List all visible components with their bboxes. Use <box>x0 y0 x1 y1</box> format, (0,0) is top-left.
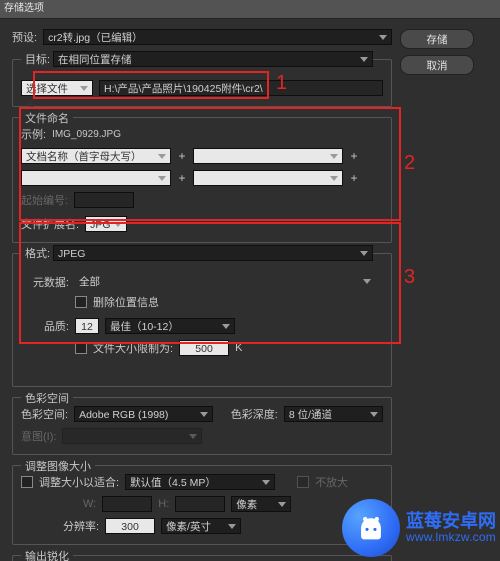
quality-preset-select[interactable]: 最佳（10-12） <box>105 318 235 334</box>
meta-select[interactable]: 全部 <box>75 274 375 290</box>
plus-icon: + <box>349 171 359 185</box>
quality-label: 品质: <box>21 318 69 334</box>
naming-part2-select[interactable] <box>193 148 343 164</box>
meta-label: 元数据: <box>21 274 69 290</box>
colordepth-label: 色彩深度: <box>231 406 278 422</box>
limit-size-label: 文件大小限制为: <box>93 340 173 356</box>
limit-size-unit: K <box>235 342 242 354</box>
target-fieldset: 目标: 在相同位置存储 选择文件夹 ... H:\产品\产品照片\190425附… <box>12 59 392 107</box>
sharpen-fieldset: 输出锐化 锐化: 滤色 数量: 标准 <box>12 555 392 561</box>
save-options-dialog: 存储选项 预设: cr2转.jpg（已编辑） 目标: 在相同位置存储 <box>0 0 500 561</box>
remove-location-checkbox[interactable] <box>75 296 87 308</box>
target-mode-select[interactable]: 在相同位置存储 <box>53 51 373 67</box>
colorspace-fieldset: 色彩空间 色彩空间: Adobe RGB (1998) 色彩深度: 8 位/通道… <box>12 397 392 455</box>
colorspace-select[interactable]: Adobe RGB (1998) <box>74 406 213 422</box>
resize-w-input <box>102 496 152 512</box>
quality-number-input[interactable]: 12 <box>75 318 99 334</box>
cancel-button[interactable]: 取消 <box>400 55 474 75</box>
preset-select[interactable]: cr2转.jpg（已编辑） <box>43 29 392 45</box>
format-legend: 格式: <box>25 245 50 261</box>
resize-h-input <box>175 496 225 512</box>
start-num-label: 起始编号: <box>21 192 68 208</box>
colorspace-label: 色彩空间: <box>21 406 68 422</box>
limit-size-checkbox[interactable] <box>75 342 87 354</box>
resize-fit-select[interactable]: 默认值（4.5 MP） <box>125 474 275 490</box>
format-select[interactable]: JPEG <box>53 245 373 261</box>
limit-size-input[interactable]: 500 <box>179 340 229 356</box>
format-fieldset: 格式: JPEG 元数据: 全部 删除位置信息 品质: <box>12 253 392 387</box>
example-label: 示例: <box>21 126 46 142</box>
save-button[interactable]: 存储 <box>400 29 474 49</box>
resolution-label: 分辨率: <box>63 518 99 534</box>
example-value: IMG_0929.JPG <box>52 129 121 140</box>
resize-fieldset: 调整图像大小 调整大小以适合: 默认值（4.5 MP） 不放大 W: H: <box>12 465 392 545</box>
choose-folder-button[interactable]: 选择文件夹 ... <box>21 80 93 96</box>
no-enlarge-checkbox <box>297 476 309 488</box>
resize-fit-checkbox[interactable] <box>21 476 33 488</box>
intent-select <box>62 428 202 444</box>
resolution-unit-select[interactable]: 像素/英寸 <box>161 518 241 534</box>
naming-fieldset: 文件命名 示例: IMG_0929.JPG 文档名称（首字母大写） + + + <box>12 117 392 243</box>
plus-icon: + <box>177 171 187 185</box>
resize-h-label: H: <box>158 498 169 510</box>
target-path-input[interactable]: H:\产品\产品照片\190425附件\cr2\ <box>99 80 383 96</box>
ext-select[interactable]: JPG <box>85 216 127 232</box>
colorspace-legend: 色彩空间 <box>21 390 73 406</box>
resize-legend: 调整图像大小 <box>21 458 95 474</box>
resize-fit-label: 调整大小以适合: <box>39 474 119 490</box>
start-num-input[interactable] <box>74 192 134 208</box>
resize-w-label: W: <box>83 498 96 510</box>
naming-part1-select[interactable]: 文档名称（首字母大写） <box>21 148 171 164</box>
no-enlarge-label: 不放大 <box>315 474 348 490</box>
window-title: 存储选项 <box>0 0 500 19</box>
resolution-input[interactable]: 300 <box>105 518 155 534</box>
intent-label: 意图(I): <box>21 428 56 444</box>
preset-label: 预设: <box>12 29 37 45</box>
ext-label: 文件扩展名: <box>21 216 79 232</box>
remove-location-label: 删除位置信息 <box>93 294 159 310</box>
plus-icon: + <box>349 149 359 163</box>
target-legend: 目标: <box>25 51 50 67</box>
resize-unit-select[interactable]: 像素 <box>231 496 291 512</box>
naming-part4-select[interactable] <box>193 170 343 186</box>
naming-legend: 文件命名 <box>21 110 73 126</box>
sharpen-legend: 输出锐化 <box>21 548 73 561</box>
plus-icon: + <box>177 149 187 163</box>
colordepth-select[interactable]: 8 位/通道 <box>284 406 383 422</box>
naming-part3-select[interactable] <box>21 170 171 186</box>
